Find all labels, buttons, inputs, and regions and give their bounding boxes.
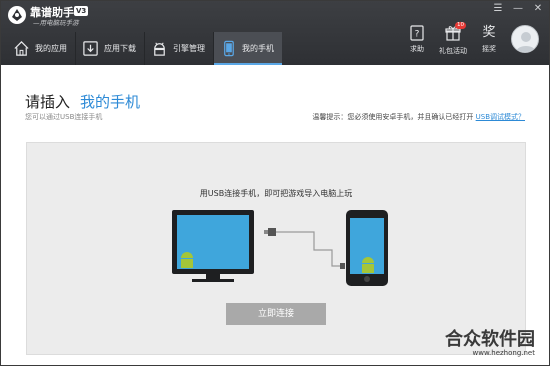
logo-icon	[8, 6, 26, 24]
window-controls: ☰ — ✕	[491, 3, 545, 15]
gift-button[interactable]: 10 礼包活动	[439, 22, 467, 56]
header-bar: 靠谱助手 V3 —用电脑玩手游 ☰ — ✕ 我的应用 应用下载 引擎管理 我的手…	[1, 1, 549, 65]
nav-label: 引擎管理	[173, 44, 205, 53]
main-nav: 我的应用 应用下载 引擎管理 我的手机	[7, 32, 282, 65]
nav-engine-manage[interactable]: 引擎管理	[145, 32, 213, 65]
gift-badge: 10	[455, 22, 466, 29]
gift-icon-wrap: 10	[445, 22, 466, 46]
toolbar-right: ? 求助 10 礼包活动 奖 摇奖	[403, 22, 503, 56]
app-window: 靠谱助手 V3 —用电脑玩手游 ☰ — ✕ 我的应用 应用下载 引擎管理 我的手…	[0, 0, 550, 366]
menu-icon[interactable]: ☰	[491, 3, 505, 15]
usb-cable-icon	[264, 228, 345, 269]
watermark: 合众软件园 www.hezhong.net	[445, 325, 535, 357]
usb-debug-link[interactable]: USB调试模式？	[476, 113, 525, 121]
lottery-icon: 奖	[482, 25, 496, 40]
nav-app-download[interactable]: 应用下载	[76, 32, 144, 65]
minimize-icon[interactable]: —	[511, 3, 525, 15]
shake-label: 摇奖	[482, 45, 496, 53]
page-subtitle: 您可以通过USB连接手机	[25, 113, 103, 121]
smartphone-icon	[346, 210, 388, 286]
page-title: 请插入 我的手机	[25, 91, 140, 112]
nav-label: 我的应用	[35, 44, 67, 53]
nav-label: 应用下载	[104, 44, 136, 53]
app-version: V3	[74, 6, 89, 16]
user-avatar-icon	[516, 32, 536, 52]
app-slogan: —用电脑玩手游	[33, 19, 79, 27]
tip-text: 温馨提示：您必须使用安卓手机，并且确认已经打开	[312, 113, 476, 121]
shake-button[interactable]: 奖 摇奖	[475, 25, 503, 56]
page-title-main: 请插入	[25, 93, 71, 111]
help-label: 求助	[410, 45, 424, 53]
download-icon	[83, 41, 98, 56]
android-robot-icon	[181, 252, 193, 268]
usb-tip: 温馨提示：您必须使用安卓手机，并且确认已经打开 USB调试模式？	[312, 112, 525, 122]
connect-now-button[interactable]: 立即连接	[226, 303, 326, 325]
connect-instruction: 用USB连接手机，即可把游戏导入电脑上玩	[199, 189, 353, 198]
nav-my-phone[interactable]: 我的手机	[214, 32, 282, 65]
android-icon	[154, 42, 165, 56]
gift-label: 礼包活动	[439, 47, 467, 55]
phone-icon	[224, 40, 234, 57]
usb-connection-illustration	[172, 210, 388, 286]
watermark-title: 合众软件园	[445, 329, 535, 350]
svg-text:?: ?	[415, 30, 420, 40]
app-logo: 靠谱助手 V3 —用电脑玩手游	[7, 4, 97, 28]
page-title-highlight: 我的手机	[80, 93, 141, 111]
help-icon: ?	[410, 25, 424, 41]
avatar[interactable]	[511, 25, 539, 53]
connect-panel: 用USB连接手机，即可把游戏导入电脑上玩 立即连接	[26, 142, 526, 355]
android-robot-icon	[362, 257, 374, 273]
help-button[interactable]: ? 求助	[403, 25, 431, 56]
monitor-icon	[172, 210, 254, 282]
close-icon[interactable]: ✕	[531, 3, 545, 15]
nav-my-apps[interactable]: 我的应用	[7, 32, 75, 65]
home-icon	[14, 41, 29, 56]
nav-label: 我的手机	[242, 44, 274, 53]
